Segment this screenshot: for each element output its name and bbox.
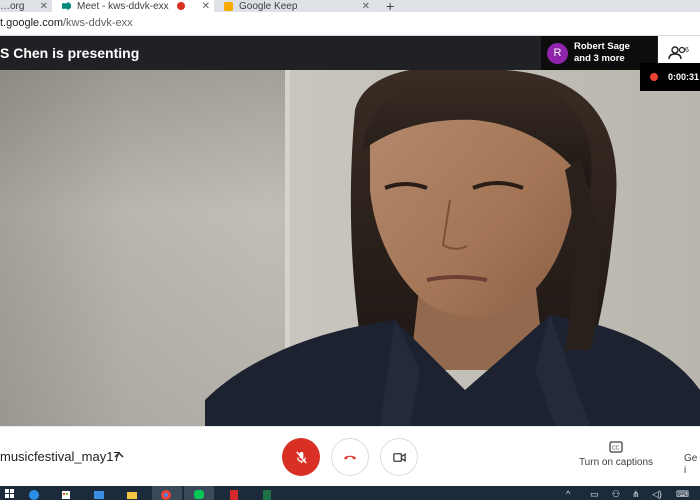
url-text: t.google.com/kws-ddvk-exx — [0, 17, 133, 29]
edge-icon[interactable] — [28, 488, 40, 500]
present-label-line1: Ge — [684, 453, 698, 464]
people-icon: 6 — [668, 46, 689, 60]
meeting-details[interactable]: musicfestival_may17 — [0, 449, 121, 464]
chrome-icon[interactable] — [160, 488, 172, 500]
volume-icon[interactable]: ◁) — [652, 489, 662, 500]
captions-label: Turn on captions — [578, 457, 654, 468]
battery-icon[interactable]: ▭ — [590, 489, 599, 500]
mic-toggle-button[interactable] — [282, 438, 320, 476]
close-icon[interactable]: ✕ — [36, 1, 52, 12]
closed-captions-icon: CC — [609, 441, 623, 453]
participants-summary: Robert Sage and 3 more — [574, 41, 630, 65]
camera-icon — [392, 452, 406, 462]
taskbar: ^ ▭ ⚇ ⋔ ◁) ⌨ — [0, 486, 700, 500]
record-dot-icon — [650, 73, 658, 81]
tab-label: …org — [0, 0, 25, 12]
participant-name: Robert Sage — [574, 41, 630, 52]
captions-button[interactable]: CC Turn on captions — [578, 441, 654, 468]
svg-text:CC: CC — [612, 446, 620, 452]
url-host: t.google.com — [0, 17, 63, 29]
camera-toggle-button[interactable] — [380, 438, 418, 476]
line-app-icon[interactable] — [193, 488, 205, 500]
url-path: /kws-ddvk-exx — [62, 17, 133, 29]
presenter-video — [205, 70, 700, 426]
address-bar[interactable]: t.google.com/kws-ddvk-exx — [0, 12, 700, 36]
present-label-line2: i — [684, 465, 687, 476]
excel-icon[interactable] — [261, 488, 273, 500]
mic-off-icon — [295, 450, 307, 464]
participant-count: 6 — [685, 47, 689, 54]
avatar: R — [547, 42, 568, 64]
chevron-up-icon[interactable]: ^ — [566, 489, 570, 499]
close-icon[interactable]: ✕ — [358, 1, 374, 12]
file-explorer-icon[interactable] — [126, 488, 138, 500]
tab-label: Google Keep — [239, 0, 298, 12]
recording-icon — [176, 2, 185, 10]
people-icon[interactable]: ⚇ — [612, 489, 620, 500]
mail-icon[interactable] — [93, 488, 105, 500]
timer-text: 0:00:31 — [668, 72, 700, 82]
tab-label: Meet - kws-ddvk-exx — [77, 0, 169, 12]
presenting-banner: S Chen is presenting — [0, 45, 140, 61]
chevron-up-icon[interactable] — [112, 448, 126, 462]
close-icon[interactable]: ✕ — [198, 1, 214, 12]
video-feed — [0, 70, 700, 426]
present-button-partial[interactable]: Ge i — [684, 453, 697, 477]
participant-more: and 3 more — [574, 53, 625, 64]
keep-icon — [224, 1, 233, 11]
leave-call-button[interactable] — [331, 438, 369, 476]
network-icon[interactable]: ⋔ — [632, 489, 640, 500]
hang-up-icon — [344, 455, 356, 460]
acrobat-icon[interactable] — [228, 488, 240, 500]
tab-keep[interactable]: Google Keep ✕ — [214, 0, 374, 12]
meet-icon — [62, 1, 71, 11]
recording-timer: 0:00:31 — [640, 63, 700, 91]
windows-start-icon[interactable] — [4, 488, 16, 500]
browser-tab-strip: …org ✕ Meet - kws-ddvk-exx ✕ Google Keep… — [0, 0, 700, 14]
tab-partial[interactable]: …org ✕ — [0, 0, 52, 12]
screen: …org ✕ Meet - kws-ddvk-exx ✕ Google Keep… — [0, 0, 700, 500]
meeting-controls: musicfestival_may17 CC Turn on captions … — [0, 426, 700, 486]
tab-meet[interactable]: Meet - kws-ddvk-exx ✕ — [52, 0, 214, 12]
keyboard-icon[interactable]: ⌨ — [676, 489, 689, 500]
store-icon[interactable] — [60, 488, 72, 500]
